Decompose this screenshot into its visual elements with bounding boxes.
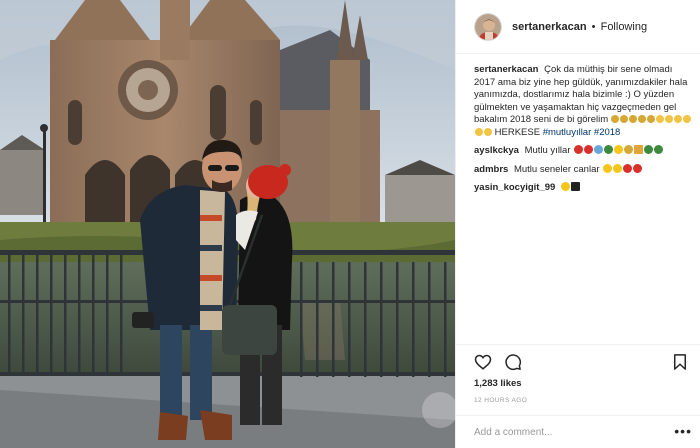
follow-status-button[interactable]: Following bbox=[601, 21, 647, 33]
post-actions bbox=[474, 353, 689, 371]
comment-username[interactable]: admbrs bbox=[474, 164, 508, 175]
smiling-face-emoji-icon bbox=[602, 163, 612, 173]
smiling-face-emoji-icon bbox=[653, 145, 663, 154]
comments-list: sertanerkacan Çok da müthiş bir sene olm… bbox=[474, 64, 696, 201]
party-horn-emoji-icon bbox=[611, 115, 620, 123]
comment-icon[interactable] bbox=[504, 353, 522, 371]
comment-username[interactable]: yasin_kocyigit_99 bbox=[474, 182, 555, 193]
post-header: sertanerkacan • Following bbox=[456, 0, 700, 54]
flexed-biceps-emoji-icon bbox=[483, 127, 492, 136]
party-horn-emoji-icon bbox=[638, 115, 647, 123]
caption-username[interactable]: sertanerkacan bbox=[474, 64, 538, 75]
author-username[interactable]: sertanerkacan bbox=[512, 21, 587, 33]
gift-emoji-icon bbox=[633, 145, 643, 154]
post-photo[interactable] bbox=[0, 0, 455, 448]
party-horn-emoji-icon bbox=[629, 115, 638, 123]
comment-emojis bbox=[573, 145, 663, 156]
comment-emojis bbox=[561, 182, 581, 193]
flexed-biceps-emoji-icon bbox=[683, 115, 692, 123]
comment-text: Mutlu yıllar bbox=[524, 145, 571, 156]
hashtag-link[interactable]: #2018 bbox=[594, 127, 620, 138]
heart-icon[interactable] bbox=[474, 353, 492, 371]
balloon-emoji-icon bbox=[583, 145, 593, 154]
party-horn-emoji-icon bbox=[623, 145, 633, 154]
comment-emojis bbox=[602, 163, 642, 175]
party-horn-emoji-icon bbox=[647, 115, 656, 123]
smiling-face-emoji-icon bbox=[561, 182, 571, 191]
caption-text-end: HERKESE bbox=[494, 126, 541, 138]
church-couple-photo bbox=[0, 0, 455, 448]
add-comment-input[interactable]: Add a comment... bbox=[474, 424, 679, 442]
comment-item: admbrs Mutlu seneler canlar bbox=[474, 163, 696, 177]
author-avatar[interactable] bbox=[474, 12, 502, 41]
balloon-emoji-icon bbox=[573, 145, 583, 154]
header-text: sertanerkacan • Following bbox=[512, 20, 647, 34]
comment-item: ayslkckya Mutlu yıllar bbox=[474, 145, 696, 158]
comment-text: Mutlu seneler canlar bbox=[513, 163, 600, 175]
comment-item: yasin_kocyigit_99 bbox=[474, 182, 696, 195]
smiling-face-emoji-icon bbox=[613, 145, 623, 154]
bookmark-icon[interactable] bbox=[671, 353, 689, 371]
actions-divider bbox=[456, 344, 700, 345]
header-separator: • bbox=[591, 20, 596, 33]
christmas-tree-emoji-icon bbox=[603, 145, 613, 154]
balloon-emoji-icon bbox=[632, 163, 642, 173]
flexed-biceps-emoji-icon bbox=[474, 127, 483, 136]
party-horn-emoji-icon bbox=[620, 115, 629, 123]
caption: sertanerkacan Çok da müthiş bir sene olm… bbox=[474, 64, 696, 139]
smiling-face-emoji-icon bbox=[643, 145, 653, 154]
comment-username[interactable]: ayslkckya bbox=[474, 145, 519, 156]
more-options-icon[interactable]: ••• bbox=[674, 424, 692, 438]
flexed-biceps-emoji-icon bbox=[656, 115, 665, 123]
avatar-icon bbox=[475, 13, 501, 40]
balloon-emoji-icon bbox=[622, 163, 632, 173]
smiling-face-emoji-icon bbox=[612, 163, 622, 173]
likes-count[interactable]: 1,283 likes bbox=[474, 378, 522, 389]
post-timestamp: 12 HOURS AGO bbox=[474, 397, 528, 404]
snowflake-emoji-icon bbox=[593, 145, 603, 154]
flexed-biceps-emoji-icon bbox=[674, 115, 683, 123]
post-side-panel: sertanerkacan • Following sertanerkacan … bbox=[455, 0, 700, 448]
top-hat-emoji-icon bbox=[571, 182, 581, 191]
flexed-biceps-emoji-icon bbox=[665, 115, 674, 123]
hashtag-link[interactable]: #mutluyıllar bbox=[543, 127, 592, 138]
add-comment-divider bbox=[456, 415, 700, 416]
